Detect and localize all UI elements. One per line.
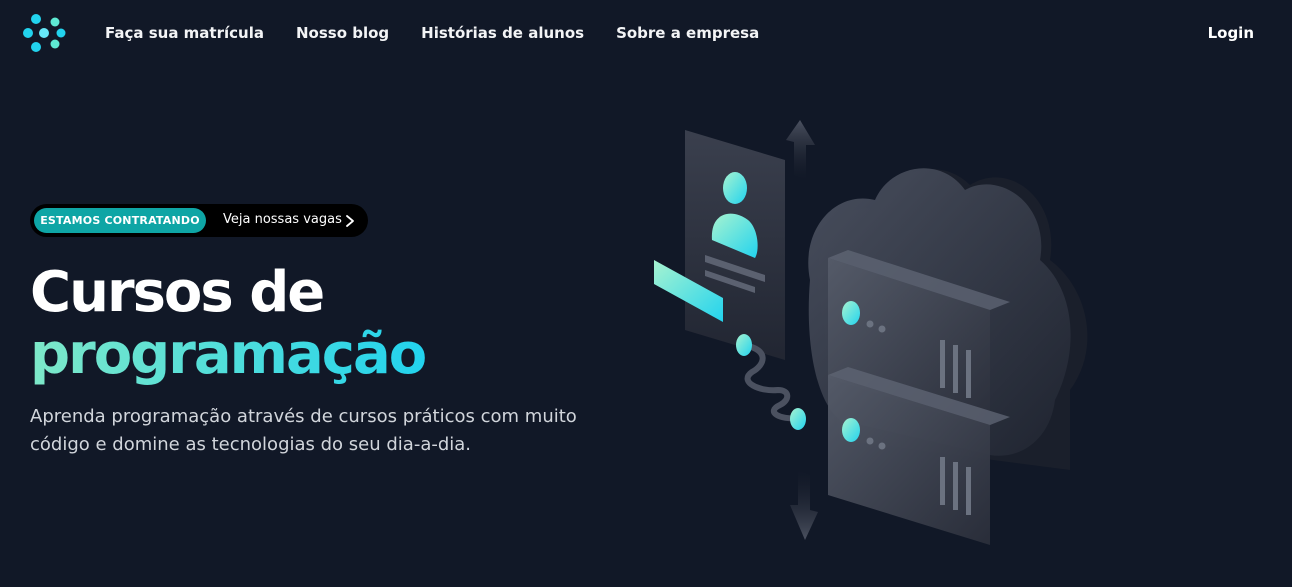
hiring-banner[interactable]: ESTAMOS CONTRATANDO Veja nossas vagas (30, 204, 368, 237)
nav-link-historias[interactable]: Histórias de alunos (421, 23, 584, 43)
hero-title-line1: Cursos de (30, 260, 325, 325)
nav-links: Faça sua matrícula Nosso blog Histórias … (105, 23, 759, 43)
nav-link-matricula[interactable]: Faça sua matrícula (105, 23, 264, 43)
chevron-right-icon (346, 215, 354, 227)
brand-logo-icon[interactable] (22, 12, 66, 54)
navbar: Faça sua matrícula Nosso blog Histórias … (0, 0, 1292, 66)
job-openings-link[interactable]: Veja nossas vagas (223, 212, 342, 227)
cloud-server-illustration-icon (654, 120, 1088, 545)
login-link[interactable]: Login (1208, 23, 1254, 43)
hero-title: Cursos de programação (30, 260, 427, 387)
nav-link-sobre[interactable]: Sobre a empresa (616, 23, 759, 43)
hiring-badge: ESTAMOS CONTRATANDO (34, 208, 206, 233)
nav-link-blog[interactable]: Nosso blog (296, 23, 389, 43)
hero-subtitle: Aprenda programação através de cursos pr… (30, 406, 577, 455)
hero-title-line2: programação (30, 322, 427, 387)
